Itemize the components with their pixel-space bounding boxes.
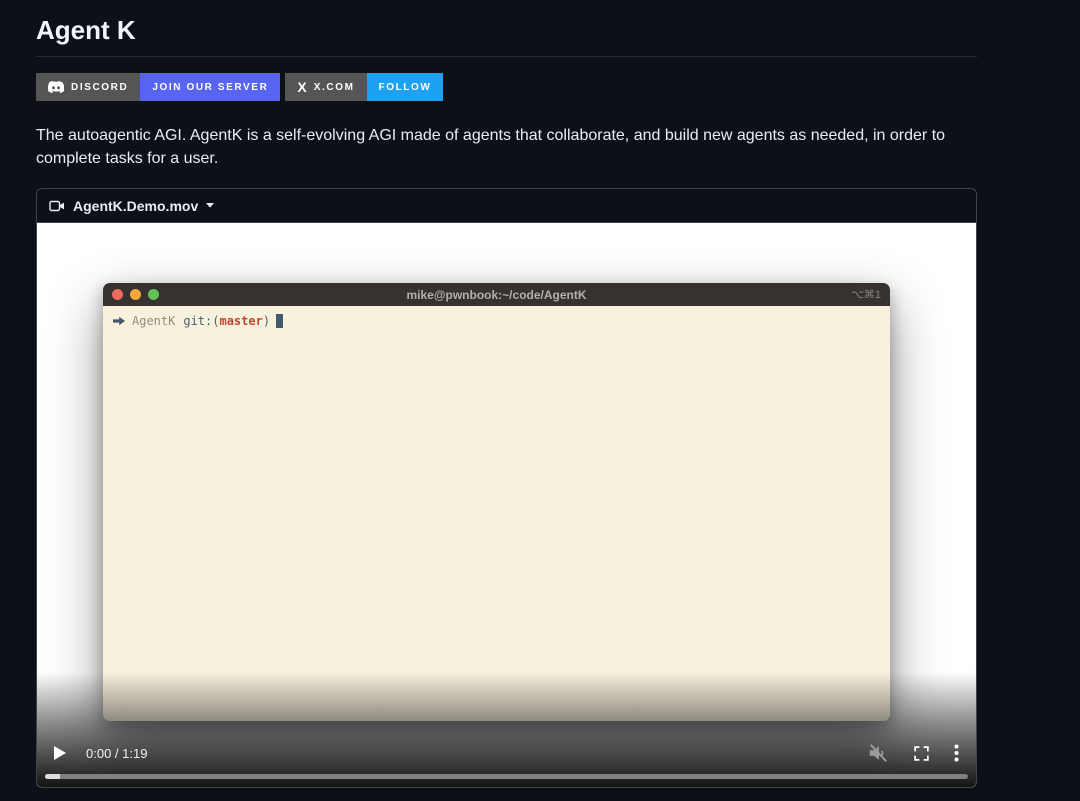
prompt-arrow-icon <box>113 316 125 326</box>
discord-badge-label: DISCORD <box>71 81 129 93</box>
terminal-title: mike@pwnbook:~/code/AgentK <box>406 287 587 302</box>
prompt-git-close: ) <box>262 314 271 329</box>
mute-button[interactable] <box>867 743 889 763</box>
progress-played-segment <box>45 774 60 780</box>
prompt-directory: AgentK <box>132 314 176 329</box>
terminal-prompt-line: AgentK git:( master ) <box>113 314 880 329</box>
discord-badge-label-segment: DISCORD <box>36 73 141 101</box>
play-icon <box>54 746 66 761</box>
video-camera-icon <box>49 200 64 212</box>
x-badge-label-segment: X X.COM <box>285 73 367 101</box>
discord-icon <box>48 81 64 93</box>
terminal-tab-shortcut: ⌥⌘1 <box>851 289 881 302</box>
zoom-circle-icon <box>148 289 159 301</box>
page-title: Agent K <box>36 0 977 57</box>
readme-page: Agent K DISCORD JOIN OUR SERVER X X.COM … <box>36 0 977 789</box>
video-file-dropdown[interactable]: AgentK.Demo.mov <box>37 189 976 224</box>
controls-right-group <box>867 743 959 763</box>
fullscreen-icon <box>914 746 929 761</box>
terminal-titlebar: mike@pwnbook:~/code/AgentK ⌥⌘1 <box>103 283 890 307</box>
chevron-down-icon <box>206 203 215 209</box>
video-filename: AgentK.Demo.mov <box>73 197 199 214</box>
play-button[interactable] <box>54 746 66 761</box>
x-badge[interactable]: X X.COM FOLLOW <box>285 73 444 101</box>
x-badge-label: X.COM <box>313 81 355 93</box>
traffic-lights <box>112 289 159 301</box>
prompt-git-branch: master <box>219 314 263 329</box>
badge-row: DISCORD JOIN OUR SERVER X X.COM FOLLOW <box>36 73 977 101</box>
terminal-body: AgentK git:( master ) <box>103 306 890 722</box>
project-description: The autoagentic AGI. AgentK is a self-ev… <box>36 127 946 167</box>
muted-speaker-icon <box>869 744 887 763</box>
progress-bar[interactable] <box>45 774 968 780</box>
x-logo-icon: X <box>297 79 307 95</box>
kebab-menu-icon <box>954 744 959 762</box>
video-player[interactable]: mike@pwnbook:~/code/AgentK ⌥⌘1 AgentK gi… <box>37 223 976 788</box>
prompt-git-open: git:( <box>183 314 220 329</box>
minimize-circle-icon <box>130 289 141 301</box>
more-options-button[interactable] <box>954 744 959 762</box>
terminal-cursor <box>276 314 284 329</box>
discord-badge[interactable]: DISCORD JOIN OUR SERVER <box>36 73 281 101</box>
discord-badge-action: JOIN OUR SERVER <box>140 73 281 101</box>
close-circle-icon <box>112 289 123 301</box>
x-badge-action: FOLLOW <box>366 73 444 101</box>
video-controls: 0:00 / 1:19 <box>37 740 976 766</box>
time-display: 0:00 / 1:19 <box>86 745 148 761</box>
terminal-window: mike@pwnbook:~/code/AgentK ⌥⌘1 AgentK gi… <box>103 283 890 722</box>
video-embed: AgentK.Demo.mov mike@pwnbook:~/code/Agen… <box>36 188 977 789</box>
fullscreen-button[interactable] <box>913 745 930 762</box>
